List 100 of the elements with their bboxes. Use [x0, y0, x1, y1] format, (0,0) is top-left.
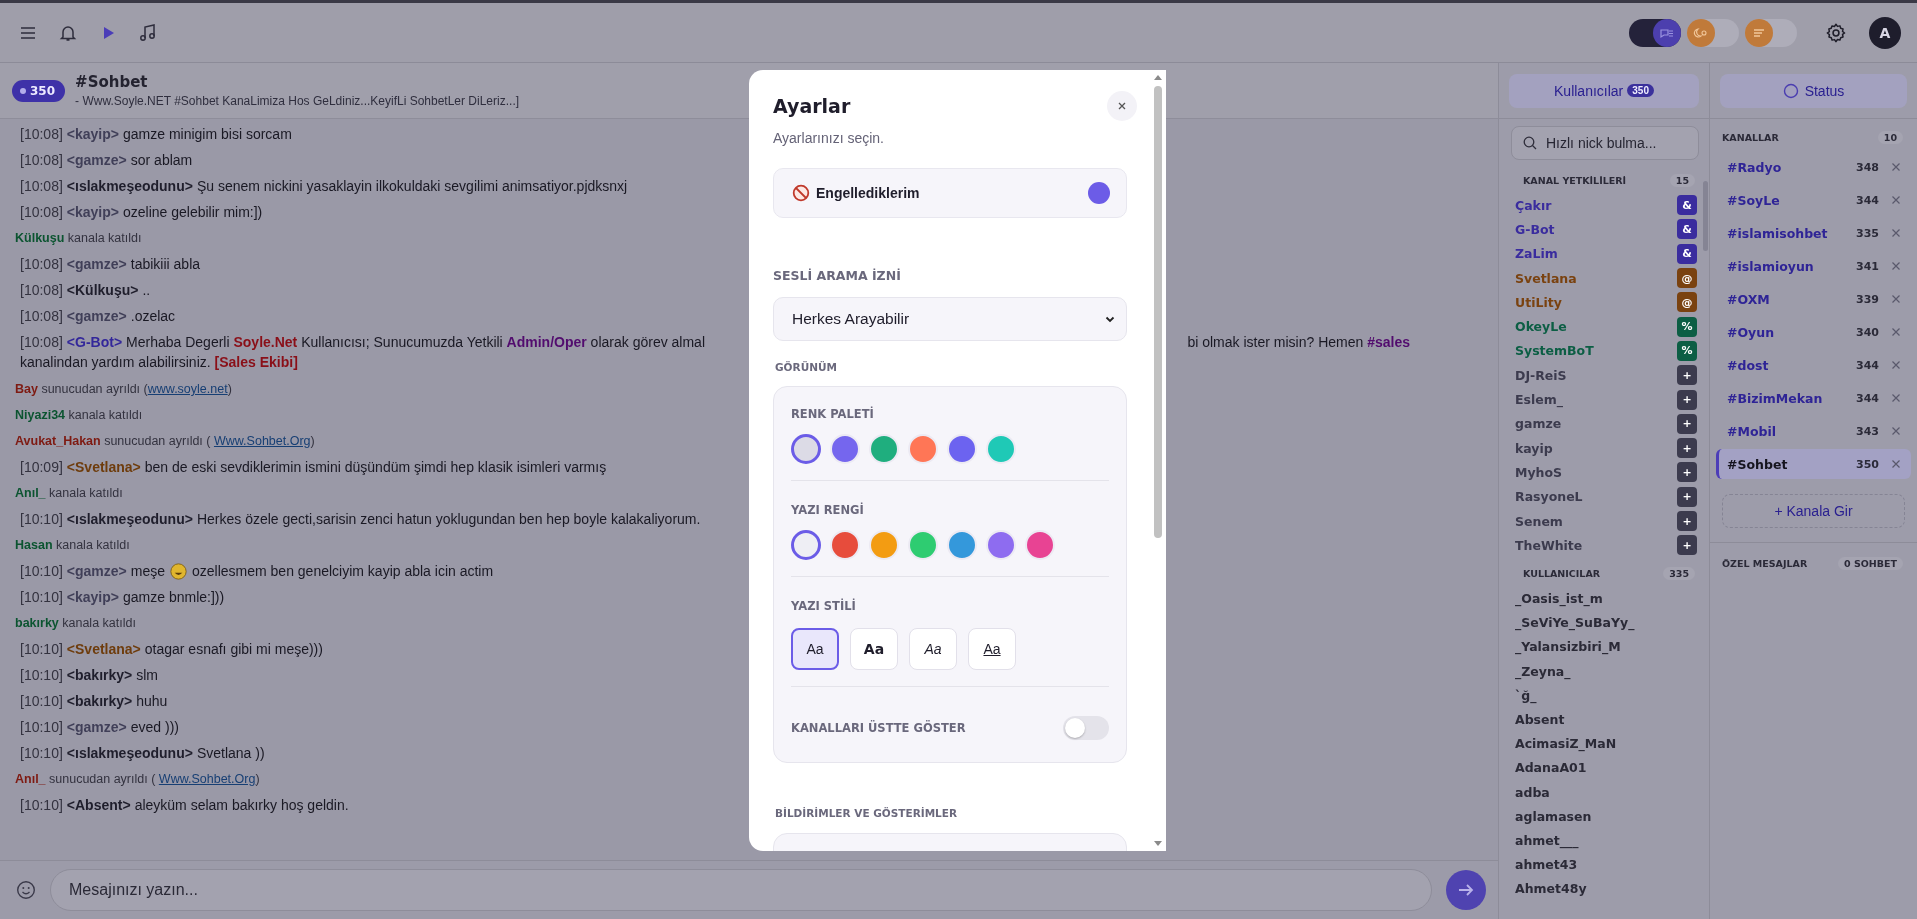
channel-item[interactable]: #islamisohbet 335	[1716, 218, 1911, 248]
user-name[interactable]: `ğ_	[1499, 683, 1709, 708]
search-field[interactable]: Hızlı nick bulma...	[1511, 126, 1699, 160]
channel-item[interactable]: #Oyun 340	[1716, 317, 1911, 347]
user-name[interactable]: G-Bot	[1515, 221, 1555, 237]
user-name[interactable]: SystemBoT	[1515, 343, 1594, 359]
color-swatch[interactable]	[791, 530, 821, 560]
user-name[interactable]: ahmet43	[1499, 852, 1709, 877]
users-tab[interactable]: Kullanıcılar 350	[1509, 73, 1699, 108]
nick-name[interactable]: <gamze>	[66, 256, 127, 272]
nick-name[interactable]: <gamze>	[66, 308, 127, 324]
nick-name[interactable]: <ıslakmeşeodunu>	[66, 745, 193, 761]
row-label: Engellediklerim	[816, 185, 921, 201]
channel-item[interactable]: #SoyLe 344	[1716, 185, 1911, 215]
mode-badge: +	[1677, 462, 1697, 483]
user-name[interactable]: _Oasis_ist_m	[1499, 586, 1709, 611]
permission-select[interactable]: Herkes Arayabilir	[773, 297, 1127, 341]
nick-name[interactable]: <gamze>	[66, 152, 127, 168]
text-style-option[interactable]: Aa	[909, 628, 957, 670]
scroll-down-icon[interactable]	[1154, 841, 1162, 847]
user-name[interactable]: adba	[1499, 779, 1709, 805]
join-channel-button[interactable]: + Kanala Gir	[1722, 494, 1905, 528]
nick-name[interactable]: <gamze>	[66, 719, 127, 735]
user-name[interactable]: Svetlana	[1515, 270, 1577, 286]
user-name[interactable]: Senem	[1515, 513, 1563, 529]
channel-item[interactable]: #Sohbet 350	[1716, 449, 1911, 479]
user-name[interactable]: gamze	[1515, 416, 1562, 432]
user-name[interactable]: ahmet___	[1499, 828, 1709, 853]
nick-name[interactable]: <Külkuşu>	[66, 282, 139, 298]
settings-icon[interactable]	[1825, 21, 1847, 44]
close-icon[interactable]	[1891, 393, 1901, 403]
user-name[interactable]: Ahmet48y	[1499, 876, 1709, 901]
text-style-option[interactable]: Aa	[791, 628, 839, 670]
user-name[interactable]: RasyoneL	[1515, 489, 1583, 505]
close-icon[interactable]	[1891, 195, 1901, 205]
user-name[interactable]: AcimasiZ_MaN	[1499, 731, 1709, 756]
user-name[interactable]: UtiLity	[1515, 294, 1562, 310]
channel-topic: - Www.Soyle.NET #Sohbet KanaLimiza Hos GeLdiniz...KeyifLi SohbetLer DiLeriz...]	[75, 94, 520, 108]
user-avatar[interactable]: A	[1869, 16, 1901, 49]
close-icon[interactable]	[1891, 261, 1901, 271]
user-name[interactable]: MyhoS	[1515, 464, 1563, 480]
toggle-switch[interactable]	[1687, 18, 1739, 47]
toggle-switch[interactable]	[1745, 18, 1797, 47]
close-icon[interactable]	[1891, 294, 1901, 304]
nick-name[interactable]: <bakırky>	[66, 667, 133, 683]
send-button[interactable]	[1446, 870, 1486, 910]
close-icon[interactable]	[1891, 327, 1901, 337]
nick-name[interactable]: <ıslakmeşeodunu>	[66, 511, 193, 527]
user-name[interactable]: TheWhite	[1515, 537, 1583, 553]
nick-name[interactable]: <Absent>	[66, 797, 131, 813]
link[interactable]: Www.Sohbet.Org	[213, 434, 311, 448]
user-name[interactable]: aglamasen	[1499, 804, 1709, 829]
user-name[interactable]: Absent	[1499, 707, 1709, 732]
nick-name[interactable]: <Svetlana>	[66, 641, 141, 657]
user-name[interactable]: _SeViYe_SuBaYy_	[1499, 610, 1709, 635]
message-input[interactable]: Mesajınızı yazın...	[50, 869, 1432, 911]
scrollbar-thumb[interactable]	[1703, 181, 1708, 251]
close-button[interactable]	[1107, 91, 1137, 121]
link[interactable]: www.soyle.net	[147, 382, 228, 396]
link[interactable]: Www.Sohbet.Org	[158, 772, 256, 786]
nick-name[interactable]: <gamze>	[66, 563, 127, 579]
close-icon[interactable]	[1891, 360, 1901, 370]
music-note-icon[interactable]	[138, 22, 158, 43]
nick-name[interactable]: <kayip>	[66, 126, 119, 142]
channel-item[interactable]: #Mobil 343	[1716, 416, 1911, 446]
user-name[interactable]: _Zeyna_	[1499, 659, 1709, 684]
toggle-switch[interactable]	[1629, 18, 1681, 47]
close-icon[interactable]	[1891, 228, 1901, 238]
text-style-option[interactable]: Aa	[850, 628, 898, 670]
nick-name[interactable]: <ıslakmeşeodunu>	[66, 178, 193, 194]
toggle-switch[interactable]	[1063, 716, 1109, 740]
timestamp: [10:10]	[20, 667, 63, 683]
nick-name[interactable]: <kayip>	[66, 589, 119, 605]
user-name[interactable]: _Yalansizbiri_M	[1499, 634, 1709, 659]
text-style-option[interactable]: Aa	[968, 628, 1016, 670]
user-name[interactable]: OkeyLe	[1515, 319, 1567, 335]
channel-item[interactable]: #islamioyun 341	[1716, 251, 1911, 281]
channel-item[interactable]: #OXM 339	[1716, 284, 1911, 314]
emoji-icon[interactable]	[16, 880, 36, 900]
channel-item[interactable]: #dost 344	[1716, 350, 1911, 380]
nick-name[interactable]: <G-Bot>	[66, 334, 123, 350]
nick-name[interactable]: <kayip>	[66, 204, 119, 220]
close-icon[interactable]	[1891, 426, 1901, 436]
nick-name[interactable]: <bakırky>	[66, 693, 133, 709]
user-name[interactable]: ZaLim	[1515, 246, 1558, 262]
blocked-users-row[interactable]: Engellediklerim	[773, 168, 1127, 218]
scroll-up-icon[interactable]	[1154, 74, 1162, 80]
status-button[interactable]: Status	[1720, 73, 1907, 108]
user-name[interactable]: AdanaA01	[1499, 755, 1709, 780]
user-name[interactable]: DJ-ReiS	[1515, 367, 1567, 383]
nick-name[interactable]: <Svetlana>	[66, 459, 141, 475]
close-icon[interactable]	[1891, 459, 1901, 469]
close-icon[interactable]	[1891, 162, 1901, 172]
color-swatch[interactable]	[791, 434, 821, 464]
channel-item[interactable]: #BizimMekan 344	[1716, 383, 1911, 413]
scrollbar-thumb[interactable]	[1154, 86, 1162, 538]
channel-item[interactable]: #Radyo 348	[1716, 152, 1911, 182]
user-name[interactable]: kayip	[1515, 440, 1553, 456]
user-name[interactable]: Eslem_	[1515, 392, 1564, 407]
user-name[interactable]: Çakır	[1515, 197, 1552, 213]
